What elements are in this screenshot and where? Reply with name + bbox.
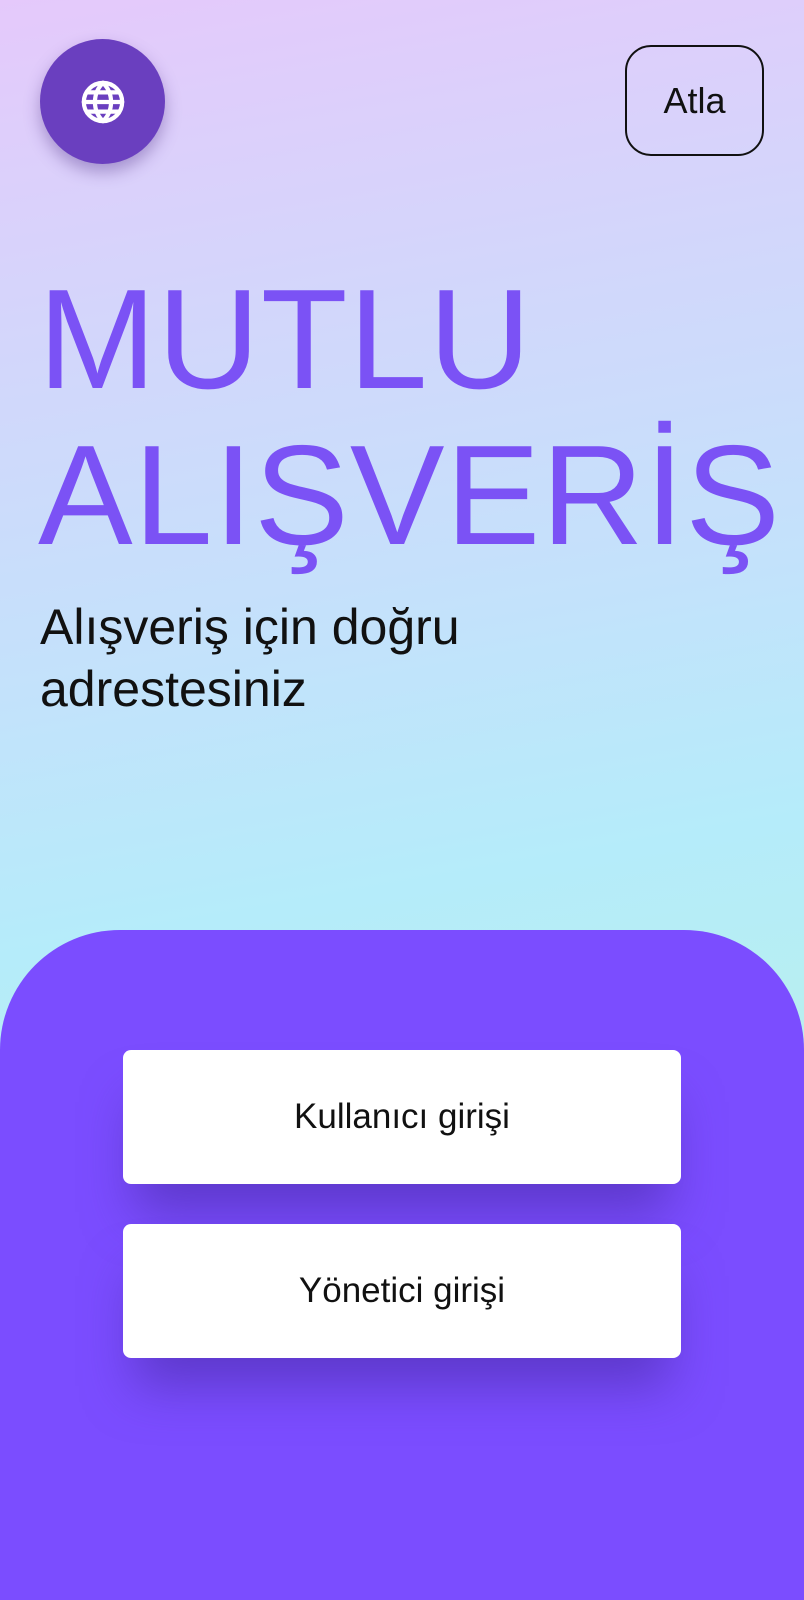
language-button[interactable] [40, 39, 165, 164]
skip-button[interactable]: Atla [625, 45, 764, 156]
globe-icon [80, 79, 126, 125]
admin-login-button[interactable]: Yönetici girişi [123, 1224, 681, 1358]
user-login-button[interactable]: Kullanıcı girişi [123, 1050, 681, 1184]
page-subtitle: Alışveriş için doğru adrestesiniz [40, 599, 460, 717]
page-title-line-1: MUTLU [38, 260, 533, 419]
page-title: MUTLU ALIŞVERİŞ [38, 260, 781, 575]
page-title-line-2: ALIŞVERİŞ [38, 416, 781, 575]
login-panel: Kullanıcı girişi Yönetici girişi [0, 930, 804, 1600]
top-bar: Atla [0, 0, 804, 180]
